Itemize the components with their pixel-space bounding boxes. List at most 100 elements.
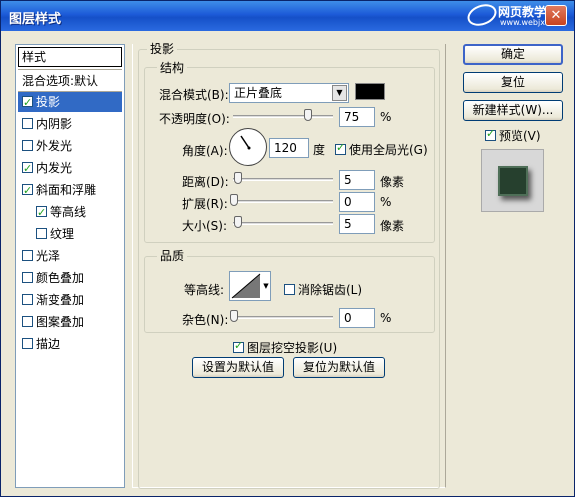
size-slider[interactable]: [233, 222, 333, 225]
bevel-emboss-checkbox[interactable]: [22, 181, 33, 201]
drop-shadow-title: 投影: [147, 40, 178, 57]
contour-label: 等高线:: [184, 283, 225, 297]
preview-swatch: [498, 166, 528, 196]
distance-label: 距离(D):: [182, 175, 229, 189]
distance-slider[interactable]: [233, 178, 333, 181]
spread-unit: %: [380, 195, 392, 209]
distance-input[interactable]: 5: [339, 170, 375, 190]
size-input[interactable]: 5: [339, 214, 375, 234]
list-item-label: 颜色叠加: [36, 271, 85, 285]
inner-shadow-checkbox[interactable]: [22, 118, 33, 129]
size-slider-thumb[interactable]: [234, 216, 242, 228]
angle-input[interactable]: 120: [269, 138, 309, 158]
blend-mode-value: 正片叠底: [234, 86, 283, 100]
list-item-label: 纹理: [50, 227, 75, 241]
preview-label: 预览(V): [499, 129, 541, 143]
list-item-bevel-emboss[interactable]: 斜面和浮雕: [18, 180, 122, 201]
list-item-label: 等高线: [50, 205, 87, 219]
list-item-label: 内阴影: [36, 117, 73, 131]
list-item-outer-glow[interactable]: 外发光: [18, 136, 122, 156]
list-item-label: 光泽: [36, 249, 61, 263]
noise-slider-thumb[interactable]: [230, 310, 238, 322]
reset-default-button[interactable]: 复位为默认值: [293, 357, 385, 378]
satin-checkbox[interactable]: [22, 250, 33, 261]
style-preview: [481, 149, 544, 212]
list-item-label: 描边: [36, 337, 61, 351]
global-light-option[interactable]: 使用全局光(G): [335, 141, 428, 158]
blend-options-label: 混合选项:默认: [22, 74, 99, 88]
shadow-color-swatch[interactable]: [355, 83, 385, 100]
watermark-logo-icon: [464, 0, 500, 30]
list-item-color-overlay[interactable]: 颜色叠加: [18, 268, 122, 288]
reset-button[interactable]: 复位: [463, 72, 563, 93]
knockout-option[interactable]: 图层挖空投影(U): [233, 339, 337, 356]
knockout-checkbox[interactable]: [233, 339, 244, 353]
list-item-gradient-overlay[interactable]: 渐变叠加: [18, 290, 122, 310]
styles-header[interactable]: 样式: [18, 47, 122, 67]
opacity-slider[interactable]: [233, 115, 333, 118]
pattern-overlay-checkbox[interactable]: [22, 316, 33, 327]
size-unit: 像素: [380, 219, 405, 233]
list-item-inner-shadow[interactable]: 内阴影: [18, 114, 122, 134]
spread-slider-thumb[interactable]: [230, 194, 238, 206]
noise-input[interactable]: 0: [339, 308, 375, 328]
knockout-label: 图层挖空投影(U): [247, 341, 338, 355]
contour-checkbox[interactable]: [36, 203, 47, 223]
antialias-checkbox[interactable]: [284, 284, 295, 295]
color-overlay-checkbox[interactable]: [22, 272, 33, 283]
angle-dial-hand-icon: [240, 135, 251, 150]
global-light-checkbox[interactable]: [335, 141, 346, 155]
spread-slider[interactable]: [233, 200, 333, 203]
size-label: 大小(S):: [182, 219, 228, 233]
antialias-option[interactable]: 消除锯齿(L): [284, 281, 362, 298]
opacity-slider-thumb[interactable]: [304, 109, 312, 121]
global-light-label: 使用全局光(G): [349, 143, 428, 157]
structure-title: 结构: [157, 59, 188, 76]
noise-slider[interactable]: [233, 316, 333, 319]
preview-checkbox[interactable]: [485, 127, 496, 141]
opacity-input[interactable]: 75: [339, 107, 375, 127]
stroke-checkbox[interactable]: [22, 338, 33, 349]
outer-glow-checkbox[interactable]: [22, 140, 33, 151]
gradient-overlay-checkbox[interactable]: [22, 294, 33, 305]
chevron-down-icon[interactable]: ▼: [262, 271, 271, 301]
close-button[interactable]: ✕: [545, 5, 567, 26]
opacity-unit: %: [380, 110, 392, 124]
blend-options-item[interactable]: 混合选项:默认: [18, 71, 122, 91]
list-item-label: 投影: [36, 95, 61, 109]
angle-label: 角度(A):: [182, 144, 228, 158]
antialias-label: 消除锯齿(L): [298, 283, 363, 297]
list-item-texture[interactable]: 纹理: [18, 224, 122, 244]
list-item-contour[interactable]: 等高线: [18, 202, 122, 223]
contour-picker[interactable]: [229, 271, 263, 301]
inner-glow-checkbox[interactable]: [22, 159, 33, 179]
layer-style-dialog: 图层样式 网页教学网 www.webjx.com ✕ 样式 混合选项:默认 投影…: [0, 0, 575, 497]
spread-label: 扩展(R):: [182, 197, 228, 211]
drop-shadow-checkbox[interactable]: [22, 93, 33, 113]
list-item-label: 图案叠加: [36, 315, 85, 329]
set-default-button[interactable]: 设置为默认值: [192, 357, 284, 378]
spread-input[interactable]: 0: [339, 192, 375, 212]
list-item-pattern-overlay[interactable]: 图案叠加: [18, 312, 122, 332]
list-divider: [18, 69, 122, 70]
list-item-label: 外发光: [36, 139, 73, 153]
title-bar[interactable]: 图层样式 网页教学网 www.webjx.com ✕: [1, 0, 574, 31]
blend-mode-select[interactable]: 正片叠底 ▼: [229, 83, 349, 103]
angle-dial[interactable]: [229, 128, 267, 166]
window-title: 图层样式: [9, 12, 62, 27]
angle-unit: 度: [313, 143, 326, 157]
distance-slider-thumb[interactable]: [234, 172, 242, 184]
distance-unit: 像素: [380, 175, 405, 189]
list-item-inner-glow[interactable]: 内发光: [18, 158, 122, 179]
texture-checkbox[interactable]: [36, 228, 47, 239]
list-item-label: 内发光: [36, 161, 73, 175]
noise-unit: %: [380, 311, 392, 325]
list-item-satin[interactable]: 光泽: [18, 246, 122, 266]
list-item-stroke[interactable]: 描边: [18, 334, 122, 354]
new-style-button[interactable]: 新建样式(W)...: [463, 100, 563, 121]
list-item-drop-shadow[interactable]: 投影: [18, 92, 122, 113]
ok-button[interactable]: 确定: [463, 44, 563, 65]
list-item-label: 渐变叠加: [36, 293, 85, 307]
preview-option[interactable]: 预览(V): [485, 127, 541, 144]
quality-title: 品质: [157, 247, 188, 264]
